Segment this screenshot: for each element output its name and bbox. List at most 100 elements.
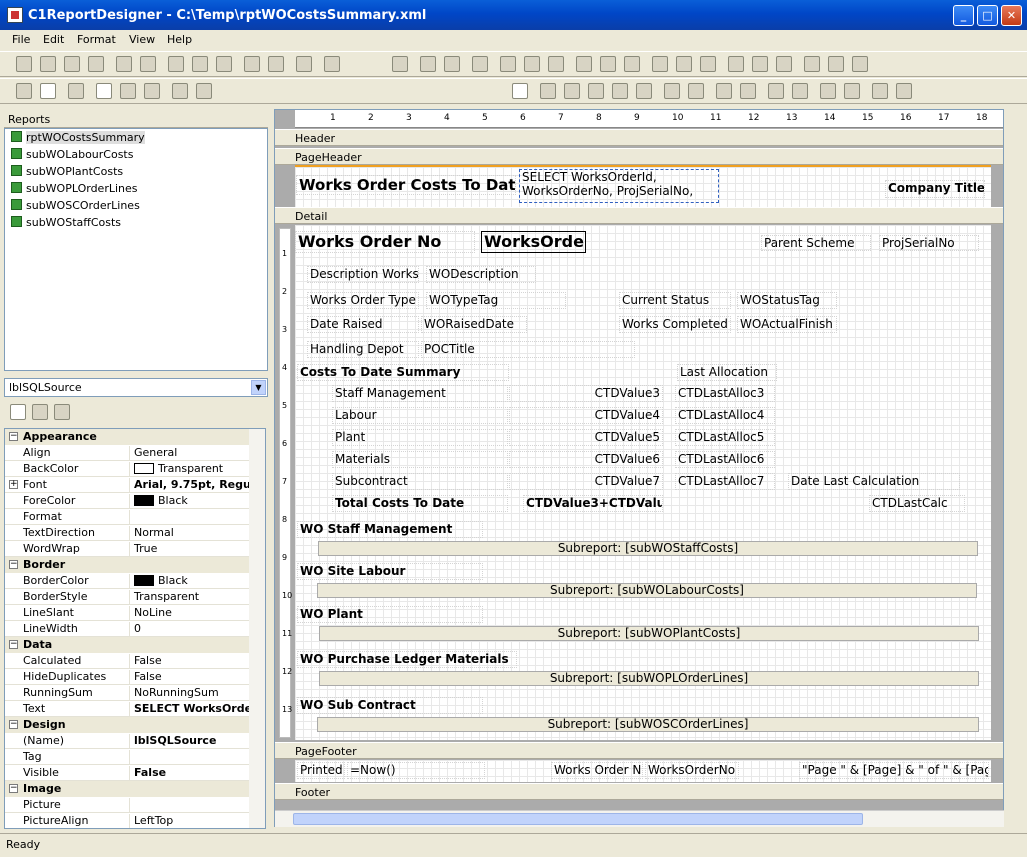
raised-label[interactable]: Date Raised [307,316,419,333]
parent-scheme-label[interactable]: Parent Scheme [761,235,871,251]
report-item[interactable]: subWOSCOrderLines [11,199,140,215]
align-center-icon[interactable] [524,56,540,72]
menu-format[interactable]: Format [77,33,116,46]
wizard-icon[interactable] [64,56,80,72]
section-heading[interactable]: WO Sub Contract [297,697,483,714]
section-heading[interactable]: WO Purchase Ledger Materials [297,651,517,668]
grid-icon[interactable] [96,83,112,99]
depot-label[interactable]: Handling Depot [307,341,419,358]
report-item[interactable]: rptWOCostsSummary [11,131,145,147]
ctd-line-label[interactable]: Labour [332,407,508,424]
report-item[interactable]: subWOPlantCosts [11,165,123,181]
property-row[interactable]: BorderColor Black [5,573,251,589]
ctd-line-alloc[interactable]: CTDLastAlloc3 [675,385,775,402]
property-row[interactable]: Align General [5,445,251,461]
send-back-icon[interactable] [444,56,460,72]
wo-field[interactable]: WorksOrde [481,231,586,253]
collapse-icon[interactable]: − [9,784,18,793]
ctd-line-label[interactable]: Subcontract [332,473,508,490]
raised-field[interactable]: WORaisedDate [421,316,527,333]
type-label[interactable]: Works Order Type [307,292,419,309]
property-row[interactable]: Tag [5,749,251,765]
hspace-dec-icon[interactable] [776,56,792,72]
collapse-icon[interactable]: − [9,640,18,649]
property-row[interactable]: BorderStyle Transparent [5,589,251,605]
report-item[interactable]: subWOPLOrderLines [11,182,138,198]
property-row[interactable]: +FontArial, 9.75pt, Regular [5,477,251,493]
page-number-field[interactable]: "Page " & [Page] & " of " & [Pages] [799,762,989,779]
collapse-icon[interactable]: − [9,560,18,569]
bring-front-icon[interactable] [420,56,436,72]
menu-view[interactable]: View [129,33,155,46]
subreport[interactable]: Subreport: [subWOLabourCosts] [317,583,977,598]
snap-icon[interactable] [472,56,488,72]
apply-format-icon[interactable] [392,56,408,72]
ctd-line-value[interactable]: CTDValue6 [509,451,663,468]
filter-icon[interactable] [54,404,70,420]
align-left-icon[interactable] [500,56,516,72]
property-row[interactable]: LineSlant NoLine [5,605,251,621]
align-top-icon[interactable] [576,56,592,72]
page-break-icon[interactable] [844,83,860,99]
undo-icon[interactable] [244,56,260,72]
hspace-inc-icon[interactable] [752,56,768,72]
menu-edit[interactable]: Edit [43,33,64,46]
subreport[interactable]: Subreport: [subWOPLOrderLines] [319,671,979,686]
property-row[interactable]: LineWidth 0 [5,621,251,637]
now-field[interactable]: =Now() [347,762,485,779]
close-button[interactable]: ✕ [1001,5,1022,26]
new-icon[interactable] [16,56,32,72]
section-heading[interactable]: WO Plant [297,606,483,623]
menu-help[interactable]: Help [167,33,192,46]
ctd-line-value[interactable]: CTDValue7 [509,473,663,490]
barcode-icon[interactable] [612,83,628,99]
band-pageheader[interactable]: PageHeader [275,148,1003,165]
line-icon[interactable] [768,83,784,99]
property-row[interactable]: ForeColor Black [5,493,251,509]
copy-icon[interactable] [192,56,208,72]
same-width-icon[interactable] [652,56,668,72]
paste-icon[interactable] [216,56,232,72]
printed-label[interactable]: Printed [297,762,345,779]
proj-serial-field[interactable]: ProjSerialNo [879,235,979,251]
subreport-icon[interactable] [820,83,836,99]
alphabetical-icon[interactable] [32,404,48,420]
preview-icon[interactable] [16,83,32,99]
expand-icon[interactable]: + [9,480,18,489]
maximize-button[interactable]: □ [977,5,998,26]
ctd-line-alloc[interactable]: CTDLastAlloc6 [675,451,775,468]
property-row[interactable]: WordWrap True [5,541,251,557]
design-mode-icon[interactable] [40,83,56,99]
footer-wo-label[interactable]: Works Order No [551,762,643,779]
vspace-inc-icon[interactable] [828,56,844,72]
pointer-icon[interactable] [512,83,528,99]
redo-icon[interactable] [268,56,284,72]
richtext-icon[interactable] [636,83,652,99]
delete-icon[interactable] [140,56,156,72]
bound-image-icon[interactable] [740,83,756,99]
last-calc-field[interactable]: CTDLastCalc [869,495,965,512]
object-selector[interactable]: lblSQLSource ▼ [4,378,268,397]
type-field[interactable]: WOTypeTag [426,292,566,309]
scroll-thumb[interactable] [293,813,863,825]
property-row[interactable]: Text SELECT WorksOrder [5,701,251,717]
help-icon[interactable] [324,56,340,72]
ctd-summary-heading[interactable]: Costs To Date Summary [297,364,509,381]
desc-label[interactable]: Description Works [307,266,419,283]
ctd-line-label[interactable]: Plant [332,429,508,446]
property-row[interactable]: RunningSum NoRunningSum [5,685,251,701]
expression-icon[interactable] [688,83,704,99]
align-right-icon[interactable] [548,56,564,72]
unbound-image-icon[interactable] [716,83,732,99]
category-data[interactable]: − Data [5,637,251,653]
checkbox-icon[interactable] [588,83,604,99]
open-icon[interactable] [40,56,56,72]
vspace-dec-icon[interactable] [852,56,868,72]
section-heading[interactable]: WO Staff Management [297,521,483,538]
status-field[interactable]: WOStatusTag [737,292,837,309]
properties-scrollbar[interactable] [249,429,265,828]
vspace-equal-icon[interactable] [804,56,820,72]
ctd-line-value[interactable]: CTDValue4 [509,407,663,424]
print-icon[interactable] [296,56,312,72]
subreport[interactable]: Subreport: [subWOSCOrderLines] [317,717,979,732]
